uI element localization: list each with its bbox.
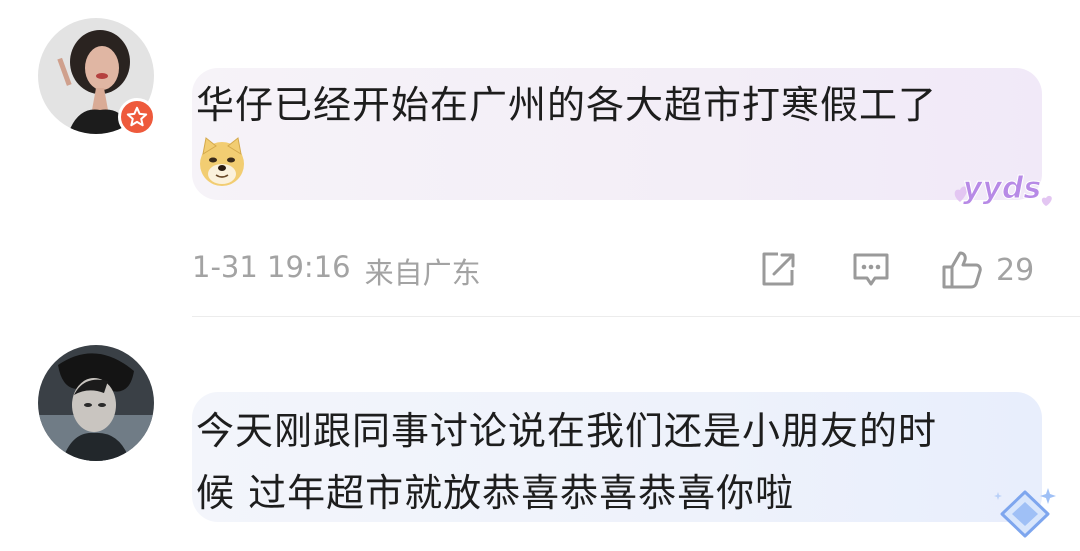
thumbs-up-icon — [942, 251, 982, 289]
diamond-icon — [994, 488, 1056, 538]
vip-badge — [118, 98, 156, 136]
like-count: 29 — [996, 252, 1035, 288]
comment-1-time: 1-31 19:16 — [192, 250, 351, 284]
comment-divider — [192, 316, 1080, 317]
comment-1-location: 来自广东 — [364, 256, 481, 290]
doge-emoji-icon — [200, 137, 244, 186]
vip-star-icon — [126, 106, 148, 127]
comment-1-text: 华仔已经开始在广州的各大超市打寒假工了 — [196, 83, 938, 127]
comment-2-text-line1: 今天刚跟同事讨论说在我们还是小朋友的时 — [196, 409, 938, 453]
reply-button[interactable] — [850, 248, 892, 292]
yyds-decoration: yyds — [954, 171, 1052, 207]
share-icon — [762, 252, 795, 286]
comment-icon — [853, 253, 889, 286]
like-button[interactable]: 29 — [940, 248, 1034, 292]
svg-text:yyds: yyds — [963, 171, 1041, 206]
share-button[interactable] — [758, 248, 798, 292]
comment-2-text-line2: 候 过年超市就放恭喜恭喜恭喜你啦 — [196, 471, 795, 515]
comment-1-meta: 1-31 19:16 来自广东 — [192, 250, 481, 292]
comment-2-avatar[interactable] — [38, 345, 154, 461]
